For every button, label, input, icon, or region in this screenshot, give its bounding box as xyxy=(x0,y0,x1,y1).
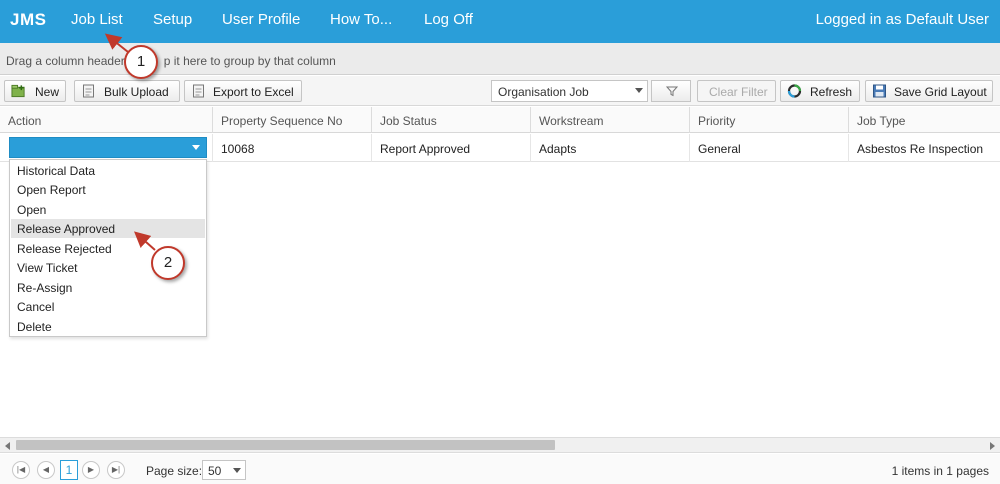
nav-how-to[interactable]: How To... xyxy=(330,11,392,28)
column-header-job-status[interactable]: Job Status xyxy=(371,107,530,133)
page-size-select[interactable]: 50 xyxy=(202,460,246,480)
cell-priority: General xyxy=(689,134,848,162)
menu-item-historical-data[interactable]: Historical Data xyxy=(11,161,205,180)
column-header-action[interactable]: Action xyxy=(0,107,212,133)
top-nav-bar: JMS Job List Setup User Profile How To..… xyxy=(0,0,1000,43)
horizontal-scrollbar[interactable] xyxy=(0,437,1000,453)
chevron-down-icon xyxy=(233,468,241,473)
current-page-number[interactable]: 1 xyxy=(60,460,78,480)
page-size-label: Page size: xyxy=(146,464,203,478)
cell-workstream: Adapts xyxy=(530,134,689,162)
new-record-icon xyxy=(11,84,25,98)
pager-info: 1 items in 1 pages xyxy=(891,464,989,478)
refresh-button[interactable]: Refresh xyxy=(780,80,860,102)
grid-view-select[interactable]: Organisation Job xyxy=(491,80,648,102)
callout-2: 2 xyxy=(151,246,185,280)
chevron-down-icon xyxy=(635,88,643,93)
scroll-right-icon[interactable] xyxy=(990,442,995,450)
nav-user-profile[interactable]: User Profile xyxy=(222,11,300,28)
cell-job-type: Asbestos Re Inspection xyxy=(848,134,1000,162)
next-page-icon[interactable]: ▶ xyxy=(82,461,100,479)
menu-item-release-approved[interactable]: Release Approved xyxy=(11,219,205,238)
first-page-icon[interactable]: |◀ xyxy=(12,461,30,479)
scrollbar-thumb[interactable] xyxy=(16,440,555,450)
new-button[interactable]: New xyxy=(4,80,66,102)
cell-property-sequence-no: 10068 xyxy=(212,134,371,162)
upload-file-icon xyxy=(83,84,94,98)
menu-item-delete[interactable]: Delete xyxy=(11,317,205,336)
chevron-down-icon xyxy=(192,145,200,150)
menu-item-open[interactable]: Open xyxy=(11,200,205,219)
save-disk-icon xyxy=(873,84,886,98)
menu-item-re-assign[interactable]: Re-Assign xyxy=(11,278,205,297)
export-excel-button[interactable]: Export to Excel xyxy=(184,80,302,102)
bulk-upload-button[interactable]: Bulk Upload xyxy=(74,80,180,102)
filter-button[interactable] xyxy=(651,80,691,102)
previous-page-icon[interactable]: ◀ xyxy=(37,461,55,479)
save-grid-layout-button[interactable]: Save Grid Layout xyxy=(865,80,993,102)
grid-toolbar: New Bulk Upload Export to Excel Organisa… xyxy=(0,76,1000,106)
scroll-left-icon[interactable] xyxy=(5,442,10,450)
column-header-job-type[interactable]: Job Type xyxy=(848,107,1000,133)
nav-job-list[interactable]: Job List xyxy=(71,11,123,28)
column-header-workstream[interactable]: Workstream xyxy=(530,107,689,133)
nav-log-off[interactable]: Log Off xyxy=(424,11,473,28)
column-header-property-sequence-no[interactable]: Property Sequence No xyxy=(212,107,371,133)
nav-setup[interactable]: Setup xyxy=(153,11,192,28)
logged-in-user: Logged in as Default User xyxy=(815,11,989,28)
grid-pager: |◀ ◀ 1 ▶ ▶| Page size: 50 1 items in 1 p… xyxy=(0,454,1000,484)
last-page-icon[interactable]: ▶| xyxy=(107,461,125,479)
cell-job-status: Report Approved xyxy=(371,134,530,162)
grid-header: Action Property Sequence No Job Status W… xyxy=(0,107,1000,133)
menu-item-open-report[interactable]: Open Report xyxy=(11,180,205,199)
brand-logo[interactable]: JMS xyxy=(10,10,46,30)
menu-item-cancel[interactable]: Cancel xyxy=(11,297,205,316)
excel-file-icon xyxy=(193,84,204,98)
funnel-icon xyxy=(666,86,678,97)
action-select[interactable] xyxy=(9,137,207,158)
callout-1: 1 xyxy=(124,45,158,79)
group-panel-hint: Drag a column header p it here to group b… xyxy=(6,54,336,68)
clear-filter-button[interactable]: Clear Filter xyxy=(697,80,776,102)
refresh-icon xyxy=(787,84,802,98)
column-header-priority[interactable]: Priority xyxy=(689,107,848,133)
